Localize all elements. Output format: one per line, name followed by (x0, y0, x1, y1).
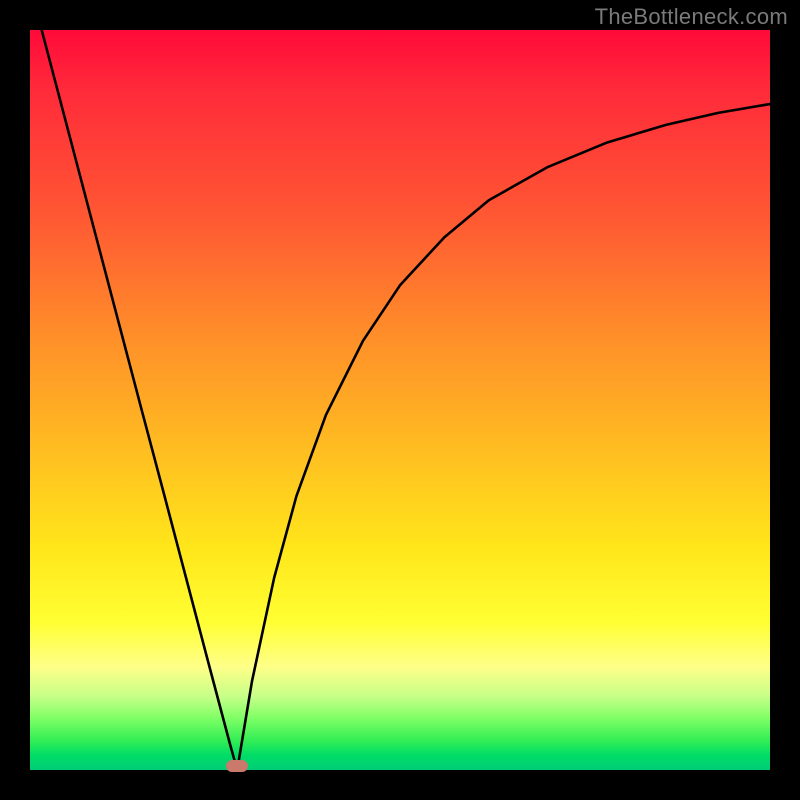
minimum-marker (226, 760, 248, 772)
plot-area (30, 30, 770, 770)
chart-frame: TheBottleneck.com (0, 0, 800, 800)
curve-path (30, 30, 770, 770)
watermark-text: TheBottleneck.com (595, 4, 788, 30)
bottleneck-curve (30, 30, 770, 770)
